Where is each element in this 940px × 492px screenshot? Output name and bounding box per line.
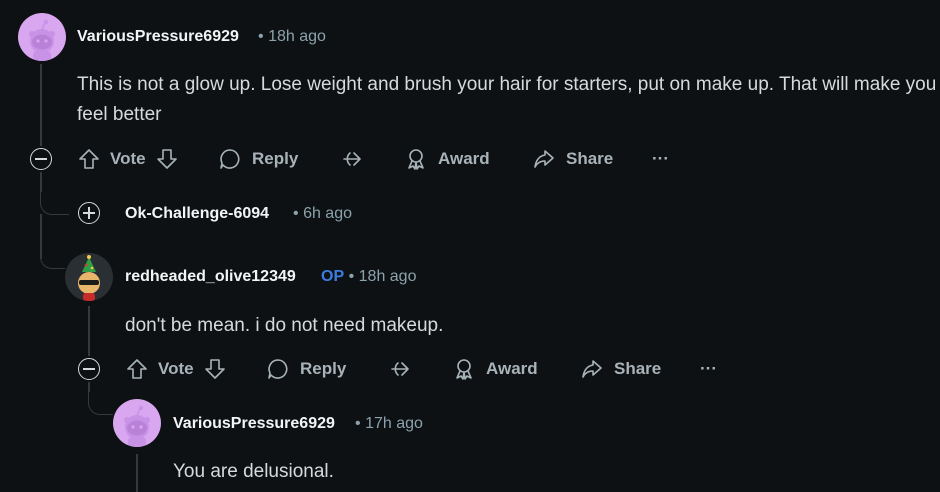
share-button[interactable]: Share: [580, 353, 661, 385]
more-icon: ···: [700, 359, 717, 378]
separator-dot: •: [258, 28, 264, 45]
award-button[interactable]: Award: [452, 353, 538, 385]
separator-dot: •: [348, 268, 355, 285]
share-label: Share: [614, 359, 662, 378]
comment-body: This is not a glow up. Lose weight and b…: [77, 74, 937, 125]
upvote-icon[interactable]: [126, 358, 148, 380]
vote-control: Vote: [78, 143, 178, 175]
comment-author[interactable]: VariousPressure6929: [173, 415, 335, 433]
crosspost-icon: [343, 152, 361, 166]
reply-icon: [220, 149, 240, 169]
comment-author[interactable]: redheaded_olive12349: [125, 268, 296, 286]
comment-time[interactable]: 6h ago: [303, 205, 352, 222]
collapse-icon[interactable]: [30, 148, 52, 170]
avatar[interactable]: [18, 13, 66, 61]
comment-body: You are delusional.: [173, 461, 334, 482]
separator-dot: •: [293, 205, 299, 222]
share-icon: [582, 360, 602, 378]
avatar[interactable]: [113, 399, 161, 447]
reply-icon: [268, 359, 288, 379]
reply-button[interactable]: Reply: [266, 353, 346, 385]
more-icon: ···: [652, 149, 669, 168]
share-button[interactable]: Share: [532, 143, 613, 175]
upvote-icon[interactable]: [78, 148, 100, 170]
snoo-avatar-icon: [29, 19, 55, 61]
award-icon: [456, 359, 472, 380]
crosspost-button[interactable]: [388, 353, 412, 385]
comment-meta: • 18h ago: [258, 28, 326, 46]
comment-time[interactable]: 18h ago: [268, 28, 326, 45]
comment-author[interactable]: Ok-Challenge-6094: [125, 205, 269, 223]
thread-branch-curve: [40, 244, 65, 269]
expand-icon[interactable]: [78, 202, 100, 224]
separator-dot: •: [355, 415, 361, 432]
comment-meta: • 17h ago: [355, 415, 423, 433]
crosspost-button[interactable]: [340, 143, 364, 175]
thread-line-main-lower[interactable]: [40, 172, 42, 192]
avatar[interactable]: [65, 253, 113, 301]
thread-line-main[interactable]: [40, 64, 42, 146]
comment-time[interactable]: 17h ago: [365, 415, 423, 432]
snoo-avatar-icon: [124, 405, 150, 447]
crosspost-icon: [391, 362, 409, 376]
reply-button[interactable]: Reply: [218, 143, 298, 175]
reply-label: Reply: [300, 359, 347, 378]
downvote-icon[interactable]: [156, 148, 178, 170]
comment-meta: • 6h ago: [293, 205, 352, 223]
thread-line-reply[interactable]: [88, 306, 90, 356]
award-icon: [408, 149, 424, 170]
thread-line-nested[interactable]: [136, 454, 138, 492]
vote-control: Vote: [126, 353, 226, 385]
more-options-button[interactable]: ···: [652, 143, 669, 175]
award-label: Award: [438, 149, 490, 168]
comment-time[interactable]: 18h ago: [359, 268, 417, 285]
vote-label: Vote: [158, 359, 194, 378]
share-icon: [534, 150, 554, 168]
downvote-icon[interactable]: [204, 358, 226, 380]
vote-label: Vote: [110, 149, 146, 168]
comment-body: don't be mean. i do not need makeup.: [125, 315, 444, 336]
thread-branch-curve: [88, 390, 113, 415]
award-button[interactable]: Award: [404, 143, 490, 175]
more-options-button[interactable]: ···: [700, 353, 717, 385]
collapse-icon[interactable]: [78, 358, 100, 380]
op-badge: OP: [321, 268, 345, 285]
comment-meta: OP • 18h ago: [321, 268, 416, 286]
share-label: Share: [566, 149, 614, 168]
reply-label: Reply: [252, 149, 299, 168]
snoo-avatar-icon: [78, 255, 100, 301]
award-label: Award: [486, 359, 538, 378]
thread-branch-curve: [40, 190, 69, 215]
comment-author[interactable]: VariousPressure6929: [77, 28, 239, 46]
